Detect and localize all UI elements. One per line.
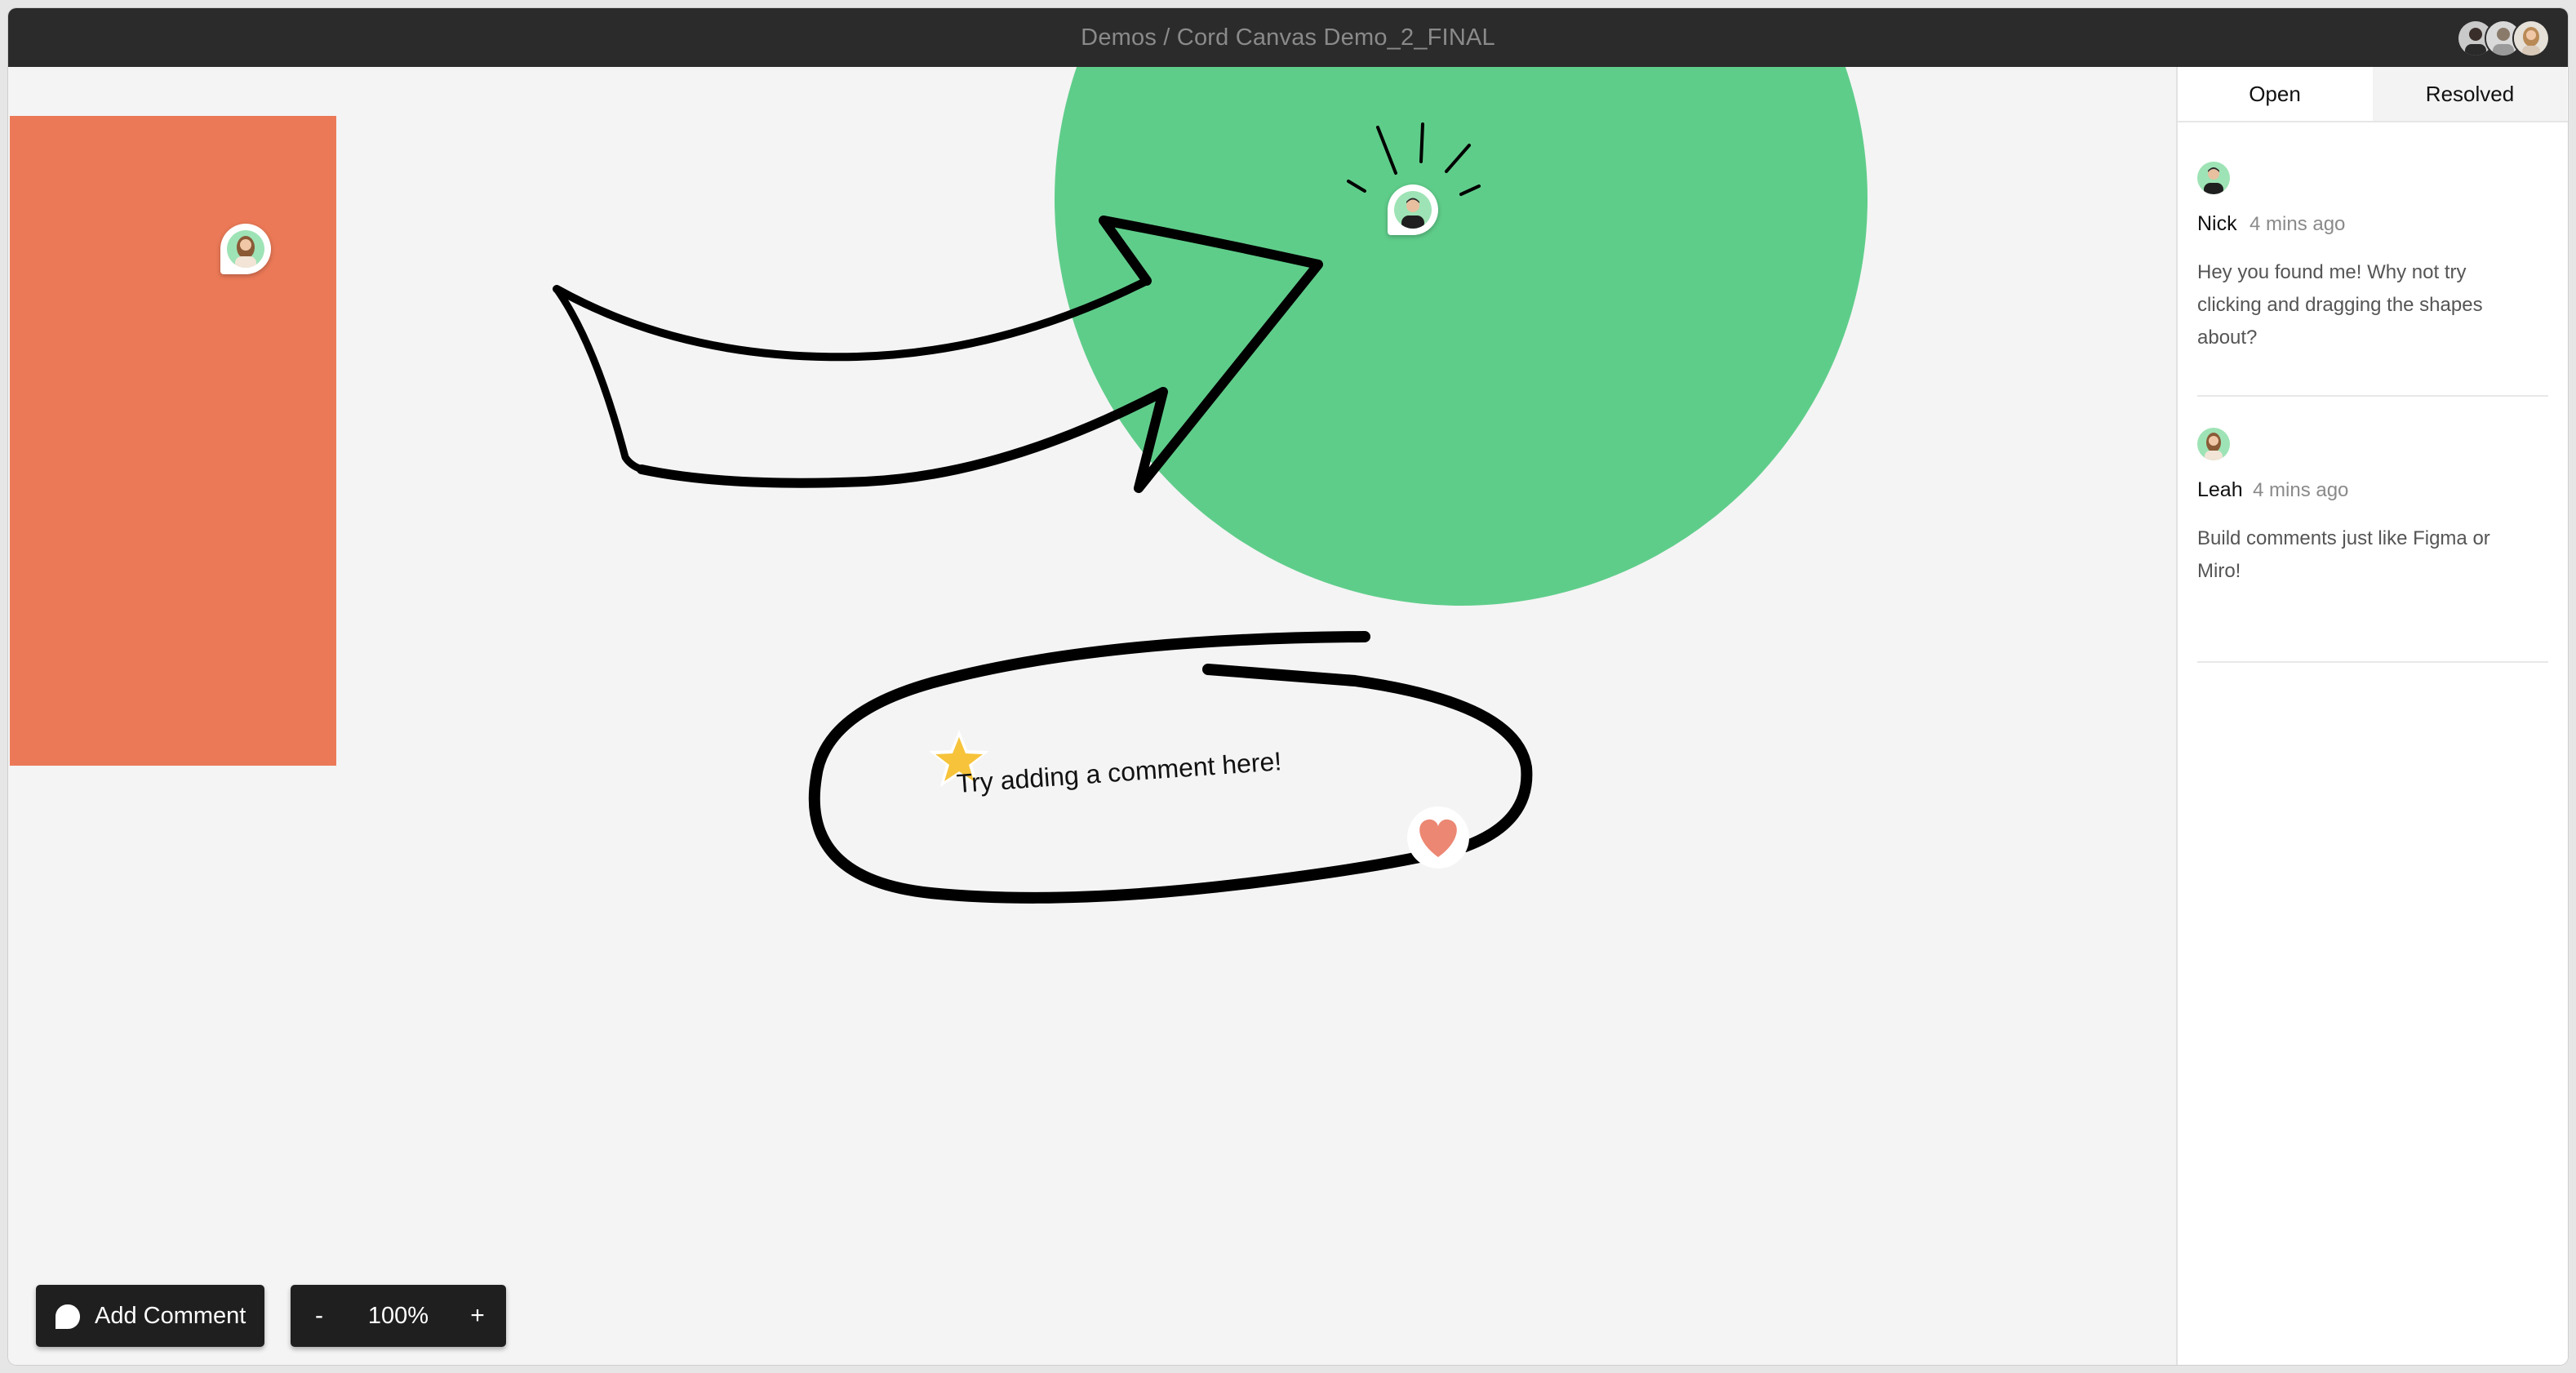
thread-item[interactable]: Nick 4 mins ago Hey you found me! Why no…: [2197, 162, 2548, 397]
document-title: Demos / Cord Canvas Demo_2_FINAL: [1081, 24, 1495, 51]
heart-icon[interactable]: [1406, 805, 1471, 870]
comment-body: Hey you found me! Why not try clicking a…: [2197, 261, 2483, 349]
thread-divider: [2197, 395, 2548, 397]
timestamp: 4 mins ago: [2253, 479, 2349, 501]
add-comment-button[interactable]: Add Comment: [36, 1285, 264, 1347]
comment-icon: [56, 1304, 80, 1329]
nick-avatar: [2197, 162, 2230, 194]
orange-rectangle[interactable]: [10, 116, 336, 766]
thread-tabs: Open Resolved: [2178, 67, 2568, 122]
title-bar: Demos / Cord Canvas Demo_2_FINAL: [8, 8, 2568, 67]
presence-avatars: [2457, 20, 2550, 57]
green-circle[interactable]: [1055, 67, 1868, 606]
timestamp: 4 mins ago: [2250, 213, 2346, 235]
thread-item[interactable]: Leah 4 mins ago Build comments just like…: [2197, 428, 2548, 663]
zoom-in-button[interactable]: +: [449, 1285, 506, 1347]
comment-pin-leah[interactable]: [220, 224, 271, 274]
tab-open[interactable]: Open: [2178, 67, 2372, 121]
zoom-out-button[interactable]: -: [291, 1285, 348, 1347]
add-comment-label: Add Comment: [95, 1303, 246, 1329]
presence-avatar-leah[interactable]: [2512, 20, 2550, 57]
tab-resolved[interactable]: Resolved: [2373, 67, 2567, 121]
comment-body: Build comments just like Figma or Miro!: [2197, 527, 2490, 582]
comment-pin-nick[interactable]: [1388, 184, 1438, 235]
app-window: Demos / Cord Canvas Demo_2_FINAL Try add…: [8, 8, 2568, 1365]
comments-sidebar: Open Resolved Nick 4 mins ago Hey you fo…: [2176, 67, 2568, 1365]
author-name: Leah: [2197, 478, 2243, 501]
leah-avatar: [2197, 428, 2230, 460]
thread-divider: [2197, 661, 2548, 663]
zoom-level: 100%: [367, 1303, 429, 1329]
author-name: Nick: [2197, 212, 2237, 235]
leah-avatar: [227, 230, 264, 268]
canvas-shapes: [10, 67, 1868, 904]
zoom-control: - 100% +: [291, 1285, 506, 1347]
canvas[interactable]: Try adding a comment here! Add Comment -…: [8, 67, 2176, 1365]
nick-avatar: [1394, 191, 1432, 229]
